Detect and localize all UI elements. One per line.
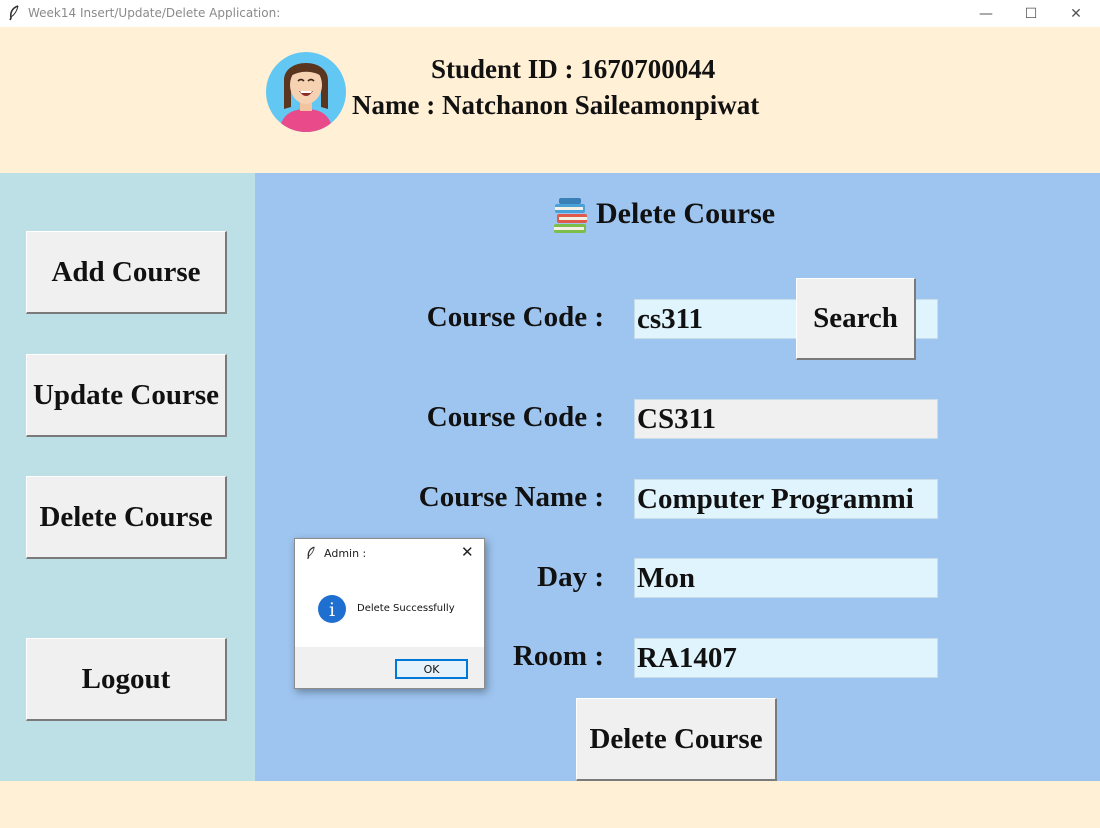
info-icon-glyph: i [329, 599, 335, 621]
minimize-button[interactable]: — [963, 0, 1009, 27]
main-panel [255, 173, 1100, 781]
room-field[interactable]: RA1407 [634, 638, 938, 678]
window-title: Week14 Insert/Update/Delete Application: [28, 6, 281, 20]
close-icon: ✕ [1070, 5, 1082, 22]
message-dialog: Admin : ✕ i Delete Successfully OK [294, 538, 485, 689]
footer-panel [0, 781, 1100, 828]
search-course-code-label: Course Code : [426, 301, 604, 333]
logout-button[interactable]: Logout [26, 638, 227, 721]
course-code-label: Course Code : [426, 401, 604, 433]
minimize-icon: — [979, 5, 993, 22]
search-button[interactable]: Search [796, 278, 916, 360]
info-icon: i [317, 594, 347, 624]
maximize-icon: ☐ [1024, 5, 1038, 22]
close-window-button[interactable]: ✕ [1053, 0, 1099, 27]
dialog-footer: OK [295, 647, 484, 688]
course-code-field[interactable]: CS311 [634, 399, 938, 439]
maximize-button[interactable]: ☐ [1008, 0, 1054, 27]
window-titlebar: Week14 Insert/Update/Delete Application:… [0, 0, 1100, 27]
feather-icon [8, 5, 20, 24]
update-course-button[interactable]: Update Course [26, 354, 227, 437]
add-course-button[interactable]: Add Course [26, 231, 227, 314]
dialog-message: Delete Successfully [357, 603, 455, 614]
course-name-label: Course Name : [418, 481, 604, 513]
student-name-label: Name : Natchanon Saileamonpiwat [352, 90, 760, 120]
student-avatar [265, 47, 347, 137]
dialog-title: Admin : [324, 547, 367, 560]
delete-course-nav-button[interactable]: Delete Course [26, 476, 227, 559]
course-name-field[interactable]: Computer Programmi [634, 479, 938, 519]
student-id-label: Student ID : 1670700044 [431, 54, 716, 84]
page-title: Delete Course [596, 197, 776, 230]
dialog-feather-icon [306, 545, 316, 564]
delete-course-button[interactable]: Delete Course [576, 698, 777, 781]
books-icon [551, 196, 591, 238]
day-field[interactable]: Mon [634, 558, 938, 598]
dialog-close-button[interactable]: ✕ [461, 543, 474, 561]
ok-button[interactable]: OK [395, 659, 468, 679]
